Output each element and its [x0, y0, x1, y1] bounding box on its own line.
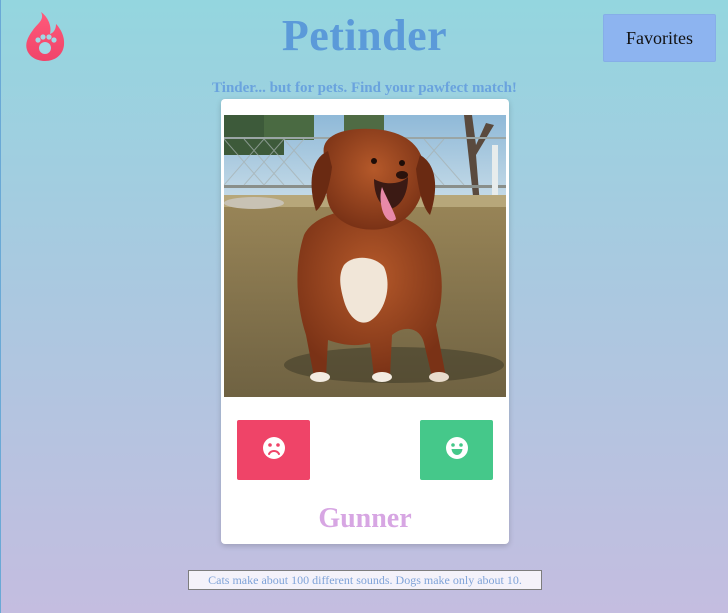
- like-button[interactable]: [420, 420, 493, 480]
- pet-card: Gunner: [221, 99, 509, 544]
- pet-fact-box: Cats make about 100 different sounds. Do…: [188, 570, 542, 590]
- dislike-button[interactable]: [237, 420, 310, 480]
- happy-face-icon: [445, 436, 469, 465]
- sad-face-icon: [262, 436, 286, 465]
- pet-photo: [224, 115, 506, 397]
- pet-name: Gunner: [318, 503, 412, 534]
- page-subtitle: Tinder... but for pets. Find your pawfec…: [212, 80, 517, 96]
- favorites-button[interactable]: Favorites: [603, 14, 716, 62]
